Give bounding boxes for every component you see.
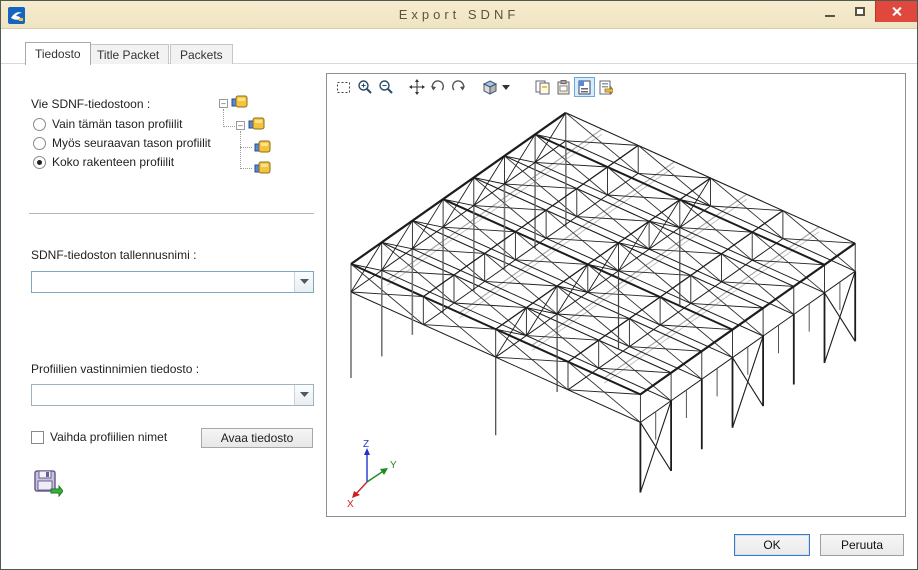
tab-title-packet[interactable]: Title Packet xyxy=(87,44,169,64)
minimize-button[interactable] xyxy=(815,1,845,22)
radio-whole-structure-label: Koko rakenteen profiilit xyxy=(52,155,174,169)
paste-view-icon[interactable] xyxy=(553,77,574,97)
assembly-node-icon xyxy=(254,161,272,176)
view-orientation-dropdown-icon[interactable] xyxy=(500,77,512,97)
select-area-icon[interactable] xyxy=(333,77,354,97)
model-viewport[interactable]: Z Y X xyxy=(326,73,906,517)
maximize-button[interactable] xyxy=(845,1,875,22)
zoom-in-icon[interactable] xyxy=(354,77,375,97)
mapping-value[interactable] xyxy=(32,385,294,405)
filename-label: SDNF-tiedoston tallennusnimi : xyxy=(31,248,196,262)
rename-profiles-checkbox[interactable] xyxy=(31,431,44,444)
radio-this-level-circle[interactable] xyxy=(33,118,46,131)
model-canvas[interactable]: Z Y X xyxy=(327,100,905,516)
tab-packets[interactable]: Packets xyxy=(170,44,233,64)
close-icon xyxy=(891,6,902,17)
window-title: Export SDNF xyxy=(1,1,917,29)
assembly-node-icon xyxy=(231,95,249,110)
capture-view-icon[interactable] xyxy=(595,77,616,97)
filename-combobox[interactable] xyxy=(31,271,314,293)
axis-z-label: Z xyxy=(363,439,369,450)
separator xyxy=(29,213,314,214)
minimize-icon xyxy=(825,15,835,17)
mapping-combobox[interactable] xyxy=(31,384,314,406)
active-view-icon[interactable] xyxy=(574,77,595,97)
mapping-dropdown-button[interactable] xyxy=(294,385,313,405)
maximize-icon xyxy=(855,7,865,16)
tree-collapse-icon: – xyxy=(219,99,228,108)
radio-this-level-label: Vain tämän tason profiilit xyxy=(52,117,183,131)
filename-value[interactable] xyxy=(32,272,294,292)
copy-view-icon[interactable] xyxy=(532,77,553,97)
export-sdnf-dialog: Export SDNF Tiedosto Title Packet Packet… xyxy=(0,0,918,570)
rotate-ccw-icon[interactable] xyxy=(427,77,448,97)
cancel-button[interactable]: Peruuta xyxy=(820,534,904,556)
rename-profiles-label: Vaihda profiilien nimet xyxy=(50,430,167,444)
view-orientation-icon[interactable] xyxy=(479,77,500,97)
radio-this-level[interactable]: Vain tämän tason profiilit xyxy=(33,117,183,131)
export-scope-label: Vie SDNF-tiedostoon : xyxy=(31,97,150,111)
rename-profiles-checkbox-row[interactable]: Vaihda profiilien nimet xyxy=(31,430,167,444)
ok-button[interactable]: OK xyxy=(734,534,810,556)
radio-next-level[interactable]: Myös seuraavan tason profiilit xyxy=(33,136,211,150)
axis-x-label: X xyxy=(347,499,354,510)
radio-whole-structure-circle[interactable] xyxy=(33,156,46,169)
hierarchy-preview: – – xyxy=(213,95,297,189)
radio-next-level-circle[interactable] xyxy=(33,137,46,150)
filename-dropdown-button[interactable] xyxy=(294,272,313,292)
axes-triad: Z Y X xyxy=(347,439,397,510)
assembly-node-icon xyxy=(254,140,272,155)
close-button[interactable] xyxy=(875,1,917,22)
radio-next-level-label: Myös seuraavan tason profiilit xyxy=(52,136,211,150)
pan-icon[interactable] xyxy=(406,77,427,97)
tab-tiedosto[interactable]: Tiedosto xyxy=(25,42,91,65)
rotate-cw-icon[interactable] xyxy=(448,77,469,97)
axis-y-label: Y xyxy=(390,460,397,471)
radio-whole-structure[interactable]: Koko rakenteen profiilit xyxy=(33,155,174,169)
open-file-button[interactable]: Avaa tiedosto xyxy=(201,428,313,448)
titlebar[interactable]: Export SDNF xyxy=(1,1,917,29)
zoom-out-icon[interactable] xyxy=(375,77,396,97)
assembly-node-icon xyxy=(248,117,266,132)
tree-collapse-icon: – xyxy=(236,121,245,130)
viewport-toolbar xyxy=(327,74,905,100)
mapping-label: Profiilien vastinnimien tiedosto : xyxy=(31,362,199,376)
save-as-icon[interactable] xyxy=(33,469,63,497)
tab-strip: Tiedosto Title Packet Packets xyxy=(1,42,917,64)
chevron-down-icon xyxy=(300,279,309,285)
chevron-down-icon xyxy=(300,392,309,398)
